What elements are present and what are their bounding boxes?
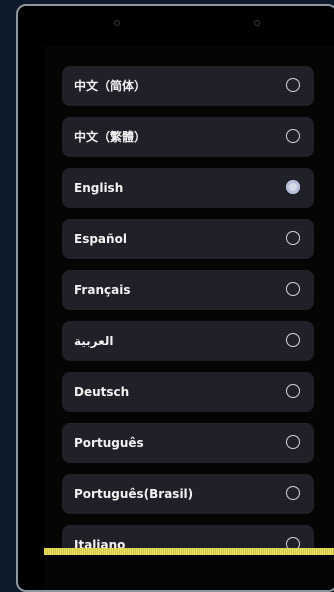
radio-button[interactable] <box>286 333 300 347</box>
language-label: Français <box>74 283 131 297</box>
language-option[interactable]: 中文（繁體） <box>62 117 314 157</box>
language-option[interactable]: العربية <box>62 321 314 361</box>
radio-button[interactable] <box>286 435 300 449</box>
language-option[interactable]: 中文（简体） <box>62 66 314 106</box>
radio-button-selected[interactable] <box>286 180 300 194</box>
language-label: العربية <box>74 334 114 348</box>
language-label: 中文（简体） <box>74 79 147 93</box>
camera-dot <box>114 20 120 26</box>
radio-button[interactable] <box>286 384 300 398</box>
highlight-bar <box>44 548 334 555</box>
radio-button[interactable] <box>286 78 300 92</box>
radio-button[interactable] <box>286 129 300 143</box>
language-option[interactable]: Deutsch <box>62 372 314 412</box>
language-label: Português(Brasil) <box>74 487 194 501</box>
camera-dot <box>254 20 260 26</box>
language-option[interactable]: Español <box>62 219 314 259</box>
language-option[interactable]: English <box>62 168 314 208</box>
screen-bottom <box>44 555 334 590</box>
tablet-frame: 中文（简体） 中文（繁體） English Español Français ا… <box>16 4 334 592</box>
language-label: Español <box>74 232 127 246</box>
language-option[interactable]: Português(Brasil) <box>62 474 314 514</box>
radio-button[interactable] <box>286 282 300 296</box>
radio-button[interactable] <box>286 231 300 245</box>
language-list: 中文（简体） 中文（繁體） English Español Français ا… <box>62 66 314 576</box>
language-option[interactable]: Português <box>62 423 314 463</box>
language-label: Português <box>74 436 144 450</box>
language-label: 中文（繁體） <box>74 130 147 144</box>
language-label: Deutsch <box>74 385 130 399</box>
language-label: English <box>74 181 124 195</box>
language-screen: 中文（简体） 中文（繁體） English Español Français ا… <box>44 46 334 590</box>
radio-button[interactable] <box>286 486 300 500</box>
language-option[interactable]: Français <box>62 270 314 310</box>
